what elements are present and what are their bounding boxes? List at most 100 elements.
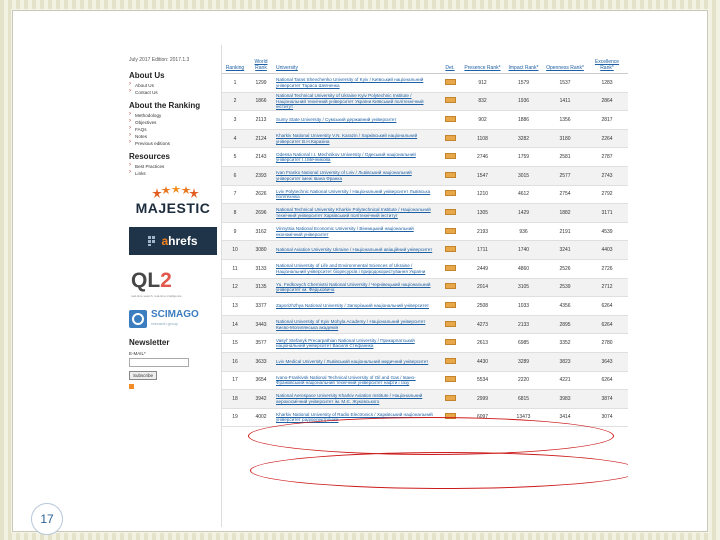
- header-det[interactable]: Det.: [438, 45, 462, 74]
- det-cell[interactable]: [438, 203, 462, 223]
- email-field[interactable]: [129, 358, 189, 367]
- sidebar-link-about-us[interactable]: About Us: [129, 81, 217, 89]
- ranking-table-wrap: Ranking World Rank University Det. Prese…: [222, 45, 628, 489]
- university-link[interactable]: Odessa National I.I. Mechnikov Universit…: [274, 147, 438, 167]
- header-university[interactable]: University: [274, 45, 438, 74]
- openness-rank-cell: 1411: [544, 92, 586, 112]
- ql2-logo[interactable]: QL2 real-time search. real-time intellig…: [129, 263, 217, 299]
- university-link[interactable]: Zaporizhzhya National University / Запор…: [274, 296, 438, 316]
- scimago-logo[interactable]: SCIMAGO research group: [129, 305, 217, 333]
- university-link[interactable]: Vinnytsia National Economic University /…: [274, 222, 438, 242]
- det-cell[interactable]: [438, 110, 462, 130]
- header-presence-rank[interactable]: Presence Rank*: [462, 45, 503, 74]
- det-cell[interactable]: [438, 185, 462, 205]
- details-icon[interactable]: [444, 394, 456, 401]
- det-cell[interactable]: [438, 408, 462, 428]
- university-link[interactable]: Ivano-Frankivsk National Technical Unive…: [274, 371, 438, 391]
- details-icon[interactable]: [444, 376, 456, 383]
- world-rank-cell: 2143: [248, 147, 274, 167]
- world-rank-cell: 3577: [248, 333, 274, 353]
- header-openness-rank[interactable]: Openness Rank*: [544, 45, 586, 74]
- det-cell[interactable]: [438, 147, 462, 167]
- rss-icon[interactable]: [129, 384, 134, 389]
- det-cell[interactable]: [438, 371, 462, 391]
- university-link[interactable]: National Technical University of Ukraine…: [274, 92, 438, 112]
- details-icon[interactable]: [444, 208, 456, 215]
- det-cell[interactable]: [438, 129, 462, 149]
- table-row: 2 1866 National Technical University of Uk…: [222, 92, 628, 112]
- details-icon[interactable]: [444, 283, 456, 290]
- details-icon[interactable]: [444, 264, 456, 271]
- sidebar-link-previous-editions[interactable]: Previous editions: [129, 139, 217, 147]
- scimago-mark-icon: [129, 310, 147, 328]
- sidebar-link-links[interactable]: Links: [129, 169, 217, 177]
- university-link[interactable]: National University of Life and Environm…: [274, 259, 438, 279]
- university-link[interactable]: Kharkiv National University of Radio Ele…: [274, 408, 438, 428]
- details-icon[interactable]: [444, 153, 456, 160]
- table-row: 9 3162 Vinnytsia National Economic Univers…: [222, 222, 628, 242]
- university-link[interactable]: Ivan Franko National University of Lviv …: [274, 166, 438, 186]
- sidebar-link-notes[interactable]: Notes: [129, 132, 217, 140]
- university-link[interactable]: Vasyl' Stefanyk Precarpathian National U…: [274, 333, 438, 353]
- det-cell[interactable]: [438, 389, 462, 409]
- header-world-rank[interactable]: World Rank: [248, 45, 274, 74]
- det-cell[interactable]: [438, 315, 462, 335]
- resources-title: Resources: [129, 152, 170, 161]
- sidebar-link-methodology[interactable]: Methodology: [129, 111, 217, 119]
- details-icon[interactable]: [444, 134, 456, 141]
- header-ranking[interactable]: Ranking: [222, 45, 248, 74]
- details-icon[interactable]: [444, 115, 456, 122]
- details-icon[interactable]: [444, 171, 456, 178]
- openness-rank-cell: 3823: [544, 352, 586, 372]
- subscribe-button[interactable]: Subscribe: [129, 371, 158, 380]
- world-rank-cell: 3633: [248, 352, 274, 372]
- openness-rank-cell: 2581: [544, 147, 586, 167]
- university-link[interactable]: Yu. Fedkovych Chernivtsi National Univer…: [274, 278, 438, 298]
- university-link[interactable]: National Taras Shevchenko University of …: [274, 73, 438, 93]
- excellence-rank-cell: 6264: [586, 296, 628, 316]
- det-cell[interactable]: [438, 333, 462, 353]
- det-cell[interactable]: [438, 296, 462, 316]
- ahrefs-logo[interactable]: ahrefs: [129, 227, 217, 255]
- det-cell[interactable]: [438, 240, 462, 260]
- table-row: 1 1299 National Taras Shevchenko Universit…: [222, 73, 628, 93]
- university-link[interactable]: National Aerospace University Kharkiv Av…: [274, 389, 438, 409]
- university-link[interactable]: Sumy State University / Сумський державн…: [274, 110, 438, 130]
- det-cell[interactable]: [438, 73, 462, 93]
- university-link[interactable]: Lviv Medical University / Львівський нац…: [274, 352, 438, 372]
- det-cell[interactable]: [438, 259, 462, 279]
- rank-cell: 14: [222, 315, 248, 335]
- university-link[interactable]: National University of Kyiv Mohyla Acade…: [274, 315, 438, 335]
- det-cell[interactable]: [438, 222, 462, 242]
- openness-rank-cell: 2895: [544, 315, 586, 335]
- university-link[interactable]: National Aviation University Ukraine / Н…: [274, 240, 438, 260]
- sidebar-link-contact-us[interactable]: Contact Us: [129, 88, 217, 96]
- header-excellence-rank[interactable]: Excellence Rank*: [586, 45, 628, 74]
- details-icon[interactable]: [444, 78, 456, 85]
- det-cell[interactable]: [438, 278, 462, 298]
- details-icon[interactable]: [444, 97, 456, 104]
- rank-cell: 5: [222, 147, 248, 167]
- det-cell[interactable]: [438, 166, 462, 186]
- table-row: 14 3443 National University of Kyiv Mohyla…: [222, 315, 628, 335]
- university-link[interactable]: Kharkiv National University V.N. Karazin…: [274, 129, 438, 149]
- details-icon[interactable]: [444, 320, 456, 327]
- university-link[interactable]: Lviv Polytechnic National University / Н…: [274, 185, 438, 205]
- details-icon[interactable]: [444, 301, 456, 308]
- details-icon[interactable]: [444, 339, 456, 346]
- header-impact-rank[interactable]: Impact Rank*: [503, 45, 544, 74]
- university-link[interactable]: National Technical University Kharkiv Po…: [274, 203, 438, 223]
- det-cell[interactable]: [438, 352, 462, 372]
- details-icon[interactable]: [444, 190, 456, 197]
- sidebar-link-faqs[interactable]: FAQs: [129, 125, 217, 133]
- sidebar-link-best-practices[interactable]: Best Practices: [129, 162, 217, 170]
- presence-rank-cell: 1547: [462, 166, 503, 186]
- details-icon[interactable]: [444, 413, 456, 420]
- majestic-logo[interactable]: MAJESTIC: [129, 181, 217, 221]
- details-icon[interactable]: [444, 227, 456, 234]
- sidebar-link-objectives[interactable]: Objectives: [129, 118, 217, 126]
- excellence-rank-cell: 2792: [586, 185, 628, 205]
- details-icon[interactable]: [444, 357, 456, 364]
- det-cell[interactable]: [438, 92, 462, 112]
- details-icon[interactable]: [444, 246, 456, 253]
